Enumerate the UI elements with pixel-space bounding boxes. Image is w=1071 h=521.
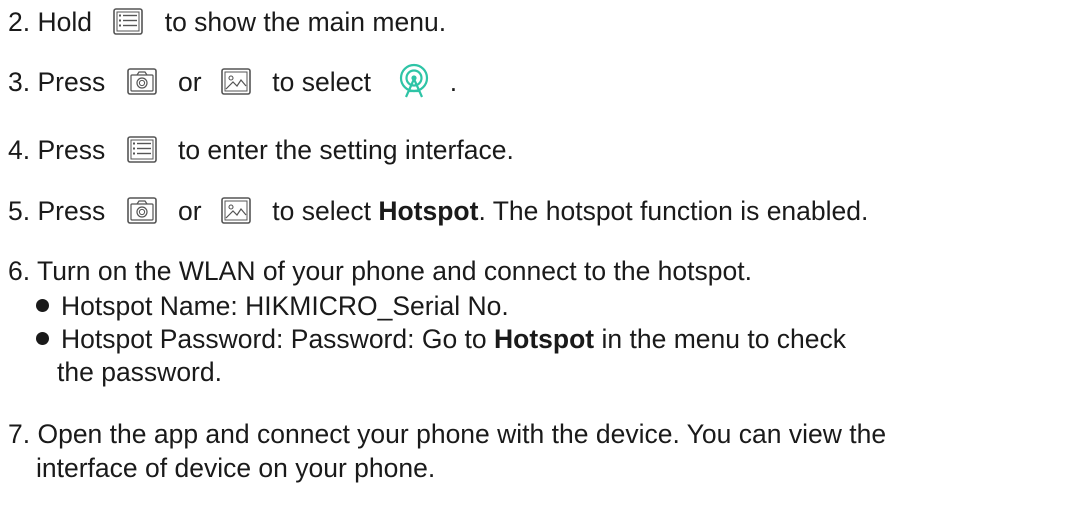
step-5-middle: to select (272, 196, 371, 226)
hotspot-password-continuation: the password. (57, 357, 222, 387)
step-5-suffix: . The hotspot function is enabled. (478, 196, 869, 226)
step-2-suffix: to show the main menu. (164, 7, 447, 37)
bullet-dot (36, 331, 49, 345)
list-item-hotspot-password: Hotspot Password: Password: Go to Hotspo… (36, 323, 846, 355)
menu-list-icon (113, 7, 144, 35)
step-3-or: or (177, 67, 202, 97)
hotspot-icon (396, 63, 432, 99)
hotspot-term: Hotspot (378, 196, 479, 226)
camera-icon (126, 196, 157, 224)
step-7-line-1: 7. Open the app and connect your phone w… (8, 419, 887, 449)
image-icon (221, 196, 251, 224)
hotspot-password-suffix: in the menu to check (601, 324, 847, 354)
image-icon (221, 67, 251, 95)
bullet-dot (36, 298, 49, 312)
step-7-line-2: interface of device on your phone. (36, 453, 436, 483)
hotspot-password-prefix: Hotspot Password: Password: Go to (61, 324, 487, 354)
hotspot-name-text: Hotspot Name: HIKMICRO_Serial No. (61, 291, 509, 321)
hotspot-term: Hotspot (494, 324, 595, 354)
step-4-suffix: to enter the setting interface. (177, 135, 514, 165)
step-3-prefix: 3. Press (8, 67, 106, 97)
menu-list-icon (126, 135, 157, 163)
step-4: 4. Press to enter the setting interface. (8, 134, 514, 166)
step-4-prefix: 4. Press (8, 135, 106, 165)
step-5-or: or (177, 196, 202, 226)
step-2: 2. Hold to show the main menu. (8, 6, 446, 38)
step-5-prefix: 5. Press (8, 196, 106, 226)
step-3: 3. Press or to select . (8, 63, 458, 102)
step-3-middle: to select (272, 67, 371, 97)
camera-icon (126, 67, 157, 95)
step-6: 6. Turn on the WLAN of your phone and co… (8, 256, 752, 286)
list-item-hotspot-name: Hotspot Name: HIKMICRO_Serial No. (36, 290, 509, 322)
step-2-prefix: 2. Hold (8, 7, 92, 37)
step-5: 5. Press or to select Hotspot. The hotsp… (8, 195, 868, 227)
step-3-suffix: . (449, 67, 458, 97)
